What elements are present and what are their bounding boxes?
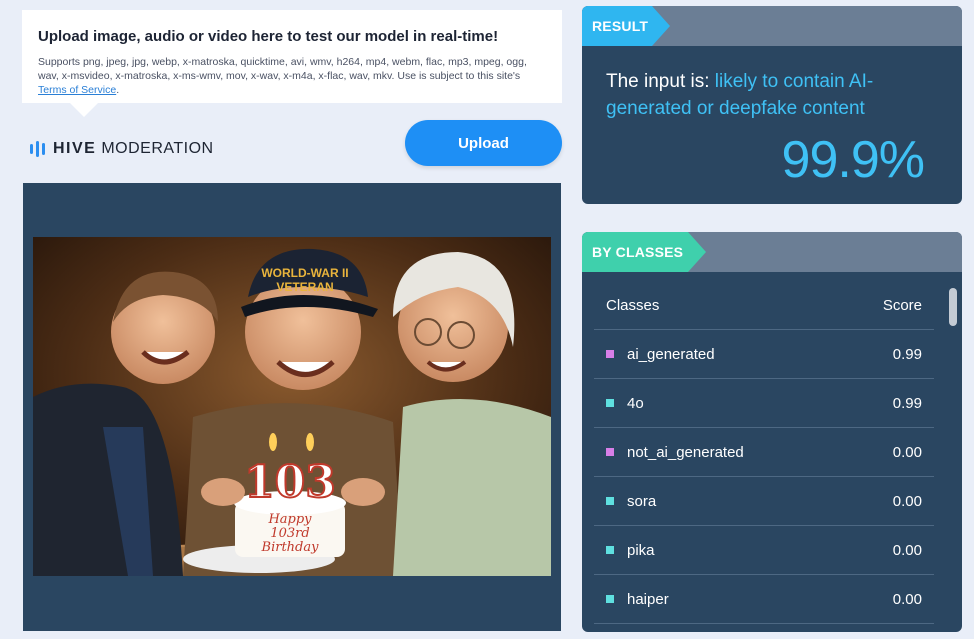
hive-logo-icon [30,141,45,157]
class-score: 0.00 [892,541,922,559]
class-name: ai_generated [627,345,715,363]
brand-name-bold: HIVE [53,140,97,157]
upload-description: Supports png, jpeg, jpg, webp, x-matrosk… [38,55,546,97]
class-color-swatch [606,546,614,554]
terms-suffix: . [116,84,120,96]
table-row: 4o 0.99 [594,379,934,428]
col-header-score: Score [882,297,922,314]
result-header: RESULT [582,6,962,46]
result-panel: RESULT The input is: likely to contain A… [582,6,962,204]
result-percentage: 99.9% [781,131,925,189]
upload-button[interactable]: Upload [405,120,562,166]
class-score: 0.00 [892,590,922,608]
class-color-swatch [606,350,614,358]
table-row: haiper 0.00 [594,575,934,624]
classes-table: Classes Score ai_generated 0.99 4o 0.99 … [594,282,934,624]
upload-info-card: Upload image, audio or video here to tes… [22,10,562,117]
class-color-swatch [606,497,614,505]
table-row: sora 0.00 [594,477,934,526]
upload-title: Upload image, audio or video here to tes… [38,28,499,45]
class-name: 4o [627,394,644,412]
result-tag: RESULT [582,6,670,46]
cap-text-2: VETERAN [276,280,333,294]
terms-of-service-link[interactable]: Terms of Service [38,84,116,96]
table-row: ai_generated 0.99 [594,330,934,379]
class-score: 0.00 [892,443,922,461]
supported-formats-text: Supports png, jpeg, jpg, webp, x-matrosk… [38,56,527,82]
media-preview-panel: WORLD-WAR II VETERAN Happy 103rd Birthda… [23,183,561,631]
cake-text-2: 103rd [270,526,309,541]
by-classes-panel: BY CLASSES Classes Score ai_generated 0.… [582,232,962,632]
uploaded-image: WORLD-WAR II VETERAN Happy 103rd Birthda… [33,237,551,576]
result-prefix: The input is: [606,71,710,92]
class-name: haiper [627,590,669,608]
class-name: sora [627,492,657,510]
class-color-swatch [606,448,614,456]
cake-text-1: Happy [267,512,312,527]
class-color-swatch [606,595,614,603]
cake-text-3: Birthday [261,540,320,555]
classes-tag: BY CLASSES [582,232,706,272]
class-name: not_ai_generated [627,443,744,461]
table-header-row: Classes Score [594,282,934,330]
result-statement: The input is: likely to contain AI-gener… [606,68,936,122]
class-score: 0.99 [892,345,922,363]
cap-text-1: WORLD-WAR II [261,266,348,280]
class-name: pika [627,541,655,559]
class-color-swatch [606,399,614,407]
table-row: pika 0.00 [594,526,934,575]
table-row: not_ai_generated 0.00 [594,428,934,477]
classes-header: BY CLASSES [582,232,962,272]
brand-name-light: MODERATION [101,140,214,157]
card-pointer [70,103,98,117]
scrollbar-thumb[interactable] [949,288,957,326]
cake-candle-number: 103 [244,457,336,508]
col-header-classes: Classes [606,297,660,314]
hive-moderation-logo[interactable]: HIVE MODERATION [30,138,214,160]
class-score: 0.00 [892,492,922,510]
classes-scrollbar[interactable] [948,280,958,628]
class-score: 0.99 [892,394,922,412]
